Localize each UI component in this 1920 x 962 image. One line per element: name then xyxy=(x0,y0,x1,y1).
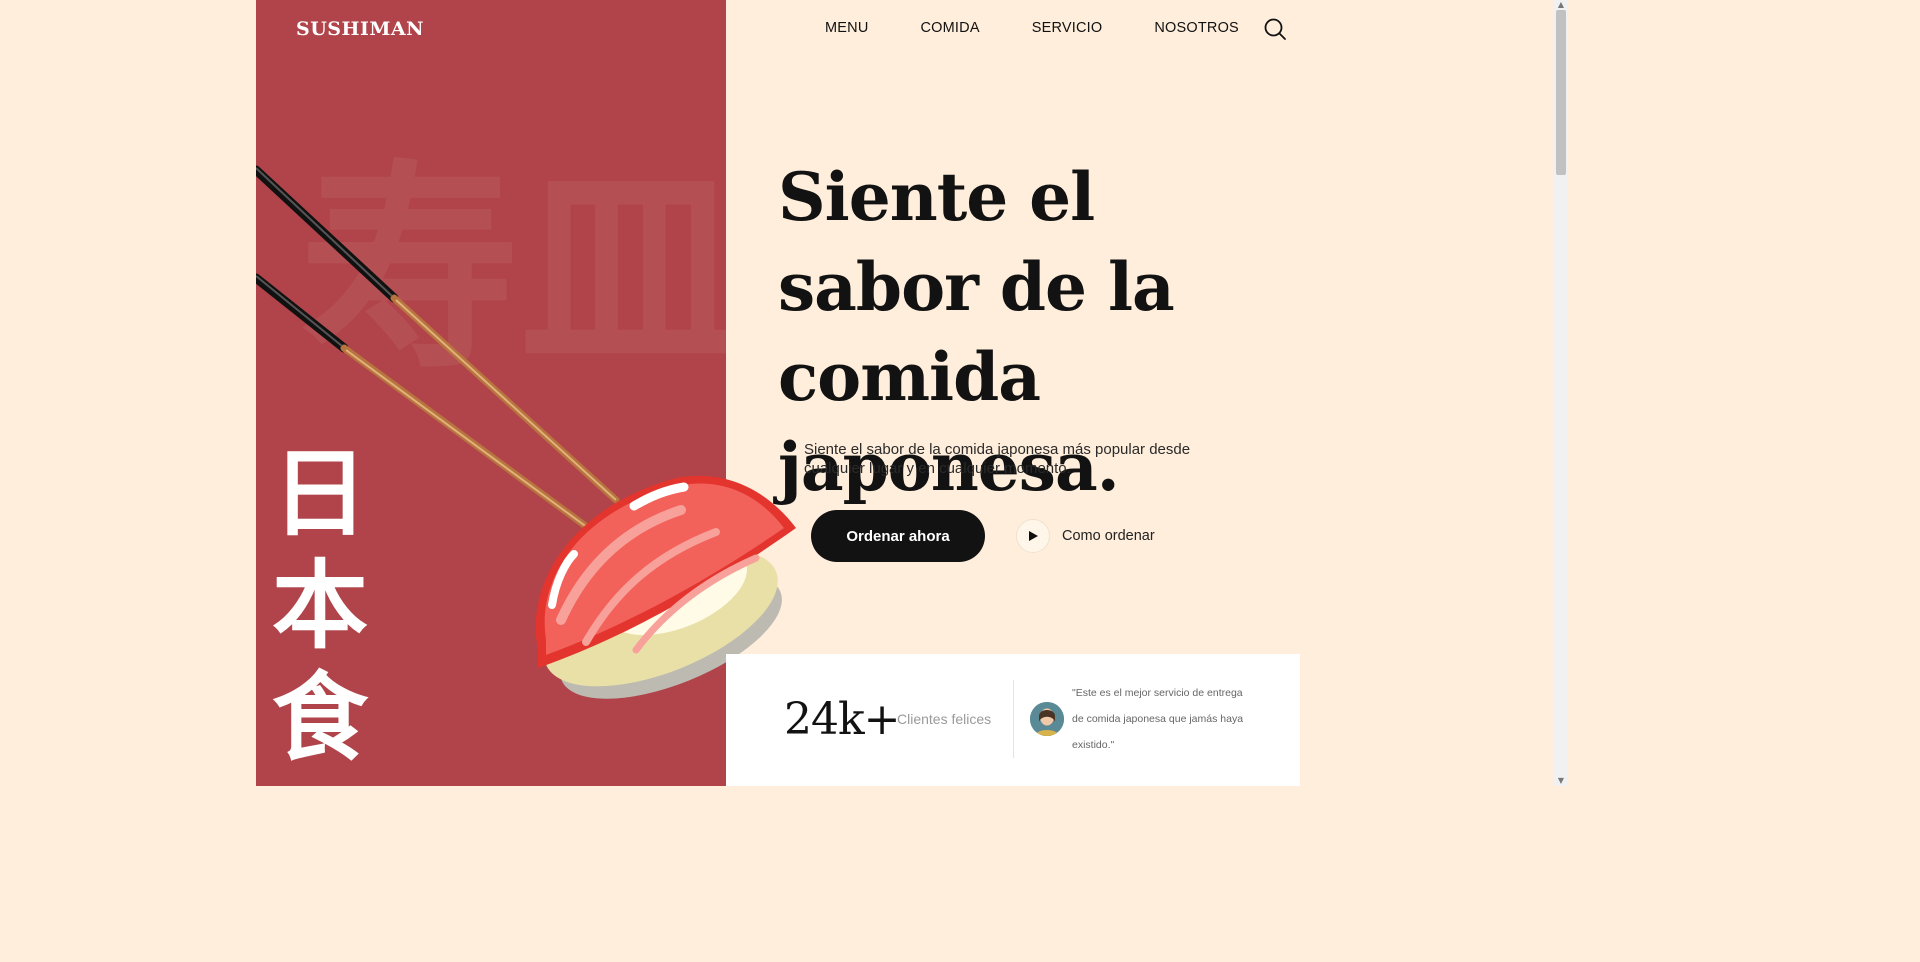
nav-item-nosotros[interactable]: NOSOTROS xyxy=(1154,20,1239,36)
testimonial-quote: "Este es el mejor servicio de entrega de… xyxy=(1072,687,1244,751)
scrollbar-thumb[interactable] xyxy=(1556,10,1566,175)
scroll-down-arrow-icon[interactable]: ▼ xyxy=(1557,777,1565,785)
happy-customers-count: 24k+ xyxy=(784,694,901,745)
search-button[interactable] xyxy=(1263,17,1287,41)
how-to-order-link[interactable]: Como ordenar xyxy=(1016,519,1155,553)
order-now-button[interactable]: Ordenar ahora xyxy=(811,510,985,562)
scrollbar-track[interactable]: ▲ ▼ xyxy=(1554,0,1568,786)
play-icon xyxy=(1029,531,1038,541)
brand-logo[interactable]: SUSHIMAN xyxy=(296,18,424,40)
how-to-order-label: Como ordenar xyxy=(1062,528,1155,544)
top-navigation: MENU COMIDA SERVICIO NOSOTROS xyxy=(825,20,1239,36)
user-avatar-icon xyxy=(1030,702,1064,736)
nav-item-menu[interactable]: MENU xyxy=(825,20,869,36)
sushi-illustration xyxy=(256,165,796,699)
play-button[interactable] xyxy=(1016,519,1050,553)
nav-item-comida[interactable]: COMIDA xyxy=(921,20,980,36)
avatar xyxy=(1030,702,1064,736)
search-icon xyxy=(1264,18,1286,40)
stats-divider xyxy=(1013,680,1014,758)
nav-item-servicio[interactable]: SERVICIO xyxy=(1032,20,1103,36)
hero-subtext: Siente el sabor de la comida japonesa má… xyxy=(804,441,1191,477)
landing-page: 寿皿 SUSHIMAN 日 本 食 MENU COMIDA SERVICIO N… xyxy=(0,0,1568,786)
scroll-up-arrow-icon[interactable]: ▲ xyxy=(1557,1,1565,9)
happy-customers-label: Clientes felices xyxy=(897,711,992,727)
